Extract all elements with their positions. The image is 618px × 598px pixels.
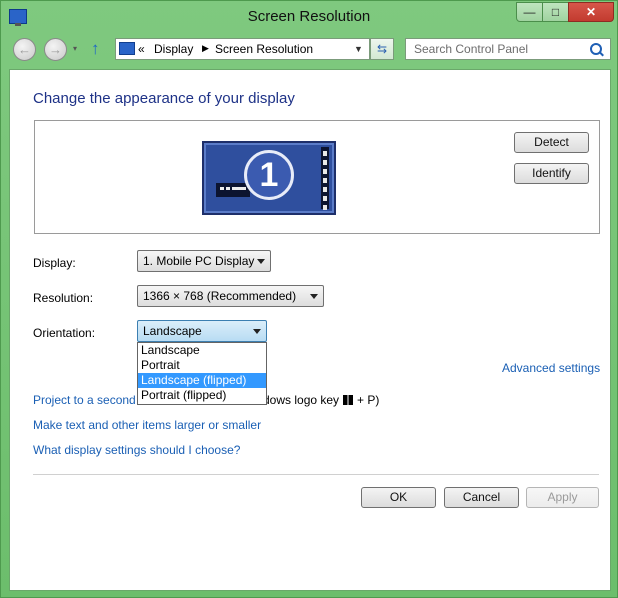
chevron-down-icon [253,329,261,334]
address-bar[interactable]: « Display ▶ Screen Resolution ▼ [115,38,370,60]
monitor-number: 1 [244,150,294,200]
minimize-button[interactable]: — [516,2,543,22]
search-input[interactable] [412,41,586,57]
monitor-1-thumbnail[interactable]: 1 [202,141,336,215]
apply-button[interactable]: Apply [526,487,599,508]
page-heading: Change the appearance of your display [33,90,295,107]
search-icon[interactable] [590,43,602,55]
title-bar[interactable]: Screen Resolution — □ ✕ [1,1,617,33]
taskbar-preview [216,183,250,197]
address-overflow-chevron[interactable]: « [138,42,145,56]
orientation-label: Orientation: [33,326,96,340]
chevron-down-icon [257,259,265,264]
maximize-button[interactable]: □ [542,2,569,22]
detect-button[interactable]: Detect [514,132,589,153]
orientation-select[interactable]: Landscape [137,320,267,342]
refresh-button[interactable]: ⇆ [370,38,394,60]
advanced-settings-link[interactable]: Advanced settings [502,361,600,375]
orientation-dropdown-list: Landscape Portrait Landscape (flipped) P… [137,342,267,405]
navigation-bar: ← → ▾ ↑ « Display ▶ Screen Resolution ▼ … [1,34,617,66]
recent-pages-button[interactable]: ▾ [73,44,77,53]
close-button[interactable]: ✕ [568,2,614,22]
resolution-select-value: 1366 × 768 (Recommended) [143,289,297,303]
resolution-select[interactable]: 1366 × 768 (Recommended) [137,285,324,307]
ok-button[interactable]: OK [361,487,436,508]
display-select-value: 1. Mobile PC Display [143,254,255,268]
option-portrait[interactable]: Portrait [138,358,266,373]
resolution-label: Resolution: [33,291,94,305]
display-preview-area: 1 Detect Identify [34,120,600,234]
display-label: Display: [33,256,76,270]
content-pane: Change the appearance of your display 1 … [9,69,611,591]
film-strip-icon [321,147,329,210]
windows-logo-icon [343,395,354,405]
project-hint-suffix: + P) [357,393,380,407]
screen-resolution-window: Screen Resolution — □ ✕ ← → ▾ ↑ « Displa… [0,0,618,598]
option-portrait-flipped[interactable]: Portrait (flipped) [138,388,266,403]
back-button[interactable]: ← [13,38,36,61]
up-one-level-button[interactable]: ↑ [91,39,100,59]
address-dropdown-arrow[interactable]: ▼ [354,44,363,54]
control-panel-icon [119,42,135,55]
project-shortcut-hint: dows logo key + P) [263,393,379,407]
option-landscape[interactable]: Landscape [138,343,266,358]
orientation-select-value: Landscape [143,324,202,338]
breadcrumb-separator-arrow[interactable]: ▶ [202,43,209,54]
forward-button[interactable]: → [44,38,67,61]
divider [33,474,599,475]
chevron-down-icon [310,294,318,299]
arrow-left-icon: ← [18,42,31,57]
project-to-second-screen-link[interactable]: Project to a second [33,393,136,407]
project-hint-text: dows logo key [263,393,340,407]
search-box[interactable] [405,38,611,60]
text-size-link[interactable]: Make text and other items larger or smal… [33,418,261,432]
option-landscape-flipped[interactable]: Landscape (flipped) [138,373,266,388]
arrow-right-icon: → [49,42,62,57]
breadcrumb-screen-resolution[interactable]: Screen Resolution [215,42,313,56]
breadcrumb-display[interactable]: Display [154,42,193,56]
display-settings-help-link[interactable]: What display settings should I choose? [33,443,240,457]
cancel-button[interactable]: Cancel [444,487,519,508]
display-select[interactable]: 1. Mobile PC Display [137,250,271,272]
identify-button[interactable]: Identify [514,163,589,184]
